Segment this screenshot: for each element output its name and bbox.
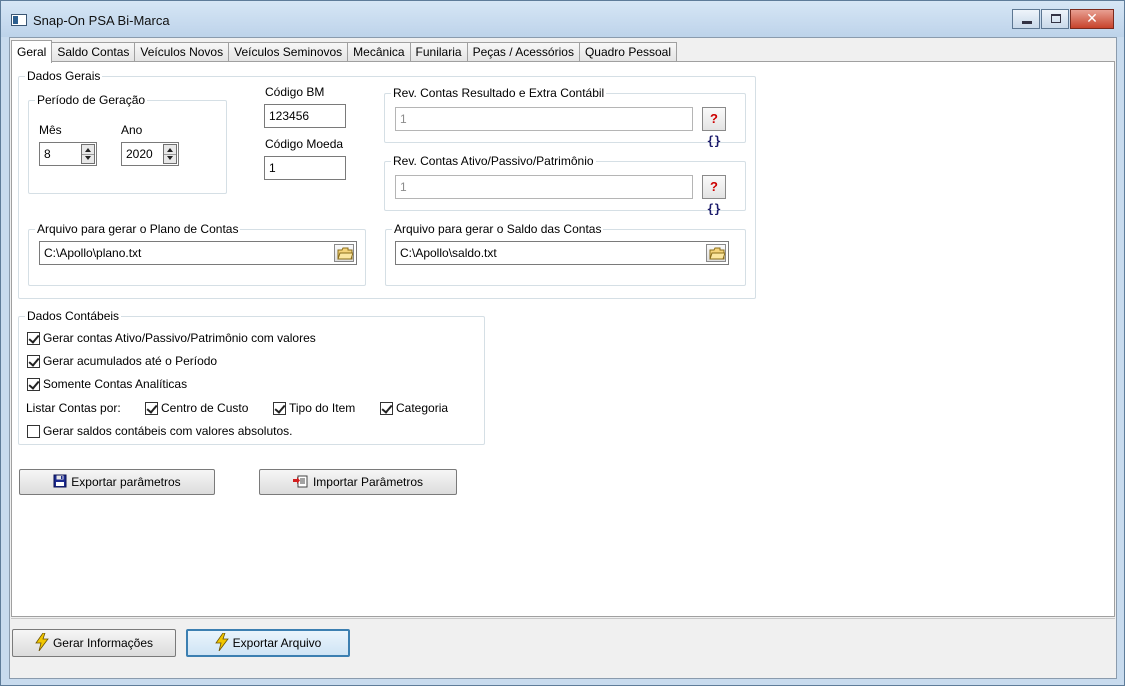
window-title: Snap-On PSA Bi-Marca bbox=[33, 13, 170, 28]
chk-ativo-passivo-box[interactable] bbox=[27, 331, 40, 345]
brace-icon: {} bbox=[706, 202, 722, 216]
mes-stepper[interactable]: 8 bbox=[39, 142, 97, 166]
dados-contabeis-group: Dados Contábeis Gerar contas Ativo/Passi… bbox=[18, 309, 485, 445]
minimize-icon bbox=[1022, 21, 1032, 24]
saldo-file-input[interactable]: C:\Apollo\saldo.txt bbox=[395, 241, 729, 265]
rev-ativo-group: Rev. Contas Ativo/Passivo/Patrimônio 1 ?… bbox=[384, 154, 746, 216]
importar-parametros-label: Importar Parâmetros bbox=[312, 475, 424, 489]
plano-file-input[interactable]: C:\Apollo\plano.txt bbox=[39, 241, 357, 265]
chk-tipo-item-box[interactable] bbox=[273, 401, 286, 415]
ano-value: 2020 bbox=[126, 147, 153, 161]
listar-contas-label: Listar Contas por: bbox=[26, 401, 121, 415]
chk-centro-custo-box[interactable] bbox=[145, 401, 158, 415]
window-controls: ✕ bbox=[1011, 9, 1114, 29]
plano-legend: Arquivo para gerar o Plano de Contas bbox=[35, 222, 241, 236]
exportar-parametros-label: Exportar parâmetros bbox=[71, 475, 181, 489]
app-window: Snap-On PSA Bi-Marca ✕ Geral Saldo Conta… bbox=[0, 0, 1125, 686]
tab-quadro-pessoal[interactable]: Quadro Pessoal bbox=[578, 42, 678, 62]
plano-browse-button[interactable] bbox=[334, 244, 354, 262]
exportar-arquivo-button[interactable]: Exportar Arquivo bbox=[186, 629, 350, 657]
exportar-arquivo-label: Exportar Arquivo bbox=[232, 636, 322, 650]
chk-tipo-item-label: Tipo do Item bbox=[289, 401, 356, 415]
plano-file-value: C:\Apollo\plano.txt bbox=[44, 246, 142, 260]
rev-resultado-legend: Rev. Contas Resultado e Extra Contábil bbox=[391, 86, 607, 100]
chk-analiticas-label: Somente Contas Analíticas bbox=[43, 377, 188, 391]
chk-centro-custo-label: Centro de Custo bbox=[161, 401, 249, 415]
exportar-parametros-button[interactable]: Exportar parâmetros bbox=[19, 469, 215, 495]
minimize-button[interactable] bbox=[1012, 9, 1040, 29]
dados-gerais-legend: Dados Gerais bbox=[25, 69, 103, 83]
maximize-icon bbox=[1051, 14, 1061, 23]
mes-value: 8 bbox=[44, 147, 51, 161]
chk-ativo-passivo[interactable]: Gerar contas Ativo/Passivo/Patrimônio co… bbox=[27, 330, 316, 346]
tab-strip: Geral Saldo Contas Veículos Novos Veícul… bbox=[11, 40, 678, 63]
periodo-group: Período de Geração Mês 8 Ano 2020 bbox=[28, 93, 227, 194]
chk-acumulados-label: Gerar acumulados até o Período bbox=[43, 354, 218, 368]
tab-saldo-contas[interactable]: Saldo Contas bbox=[51, 42, 136, 62]
chk-centro-custo[interactable]: Centro de Custo bbox=[145, 400, 248, 416]
tab-geral[interactable]: Geral bbox=[11, 40, 53, 63]
saldo-legend: Arquivo para gerar o Saldo das Contas bbox=[392, 222, 604, 236]
codigo-bm-label: Código BM bbox=[265, 85, 325, 99]
brace-icon: {} bbox=[706, 134, 722, 148]
importar-parametros-button[interactable]: Importar Parâmetros bbox=[259, 469, 457, 495]
codigo-moeda-input[interactable]: 1 bbox=[264, 156, 346, 180]
ano-spin-icon[interactable] bbox=[163, 144, 177, 164]
rev-ativo-help-button[interactable]: ? {} bbox=[702, 175, 726, 216]
help-icon: ? bbox=[710, 179, 718, 194]
app-icon bbox=[11, 14, 27, 26]
help-icon: ? bbox=[710, 111, 718, 126]
tab-pecas-acessorios[interactable]: Peças / Acessórios bbox=[466, 42, 580, 62]
chk-categoria-box[interactable] bbox=[380, 401, 393, 415]
bottom-toolbar: Gerar Informações Exportar Arquivo bbox=[11, 618, 1115, 678]
tab-veiculos-novos[interactable]: Veículos Novos bbox=[134, 42, 230, 62]
folder-icon bbox=[709, 247, 725, 260]
lightning-icon bbox=[214, 632, 229, 654]
periodo-legend: Período de Geração bbox=[35, 93, 148, 107]
gerar-informacoes-button[interactable]: Gerar Informações bbox=[12, 629, 176, 657]
codigo-moeda-label: Código Moeda bbox=[265, 137, 344, 151]
folder-icon bbox=[337, 247, 353, 260]
rev-resultado-help-button[interactable]: ? {} bbox=[702, 107, 726, 148]
chk-categoria-label: Categoria bbox=[396, 401, 449, 415]
close-icon: ✕ bbox=[1086, 10, 1098, 26]
tab-veiculos-seminovos[interactable]: Veículos Seminovos bbox=[228, 42, 349, 62]
save-disk-icon bbox=[53, 474, 67, 491]
mes-label: Mês bbox=[39, 123, 62, 137]
chk-analiticas-box[interactable] bbox=[27, 377, 40, 391]
chk-valores-absolutos[interactable]: Gerar saldos contábeis com valores absol… bbox=[27, 423, 292, 439]
maximize-button[interactable] bbox=[1041, 9, 1069, 29]
tab-funilaria[interactable]: Funilaria bbox=[409, 42, 468, 62]
chk-acumulados-box[interactable] bbox=[27, 354, 40, 368]
saldo-file-value: C:\Apollo\saldo.txt bbox=[400, 246, 497, 260]
chk-valores-absolutos-box[interactable] bbox=[27, 424, 40, 438]
title-bar[interactable]: Snap-On PSA Bi-Marca ✕ bbox=[1, 1, 1124, 37]
rev-ativo-input: 1 bbox=[395, 175, 693, 199]
lightning-icon bbox=[35, 632, 49, 654]
gerar-informacoes-label: Gerar Informações bbox=[52, 636, 154, 650]
rev-resultado-input: 1 bbox=[395, 107, 693, 131]
tab-page-geral: Dados Gerais Período de Geração Mês 8 An… bbox=[11, 61, 1115, 617]
tab-mecanica[interactable]: Mecânica bbox=[347, 42, 411, 62]
chk-tipo-item[interactable]: Tipo do Item bbox=[273, 400, 355, 416]
close-button[interactable]: ✕ bbox=[1070, 9, 1114, 29]
rev-resultado-group: Rev. Contas Resultado e Extra Contábil 1… bbox=[384, 86, 746, 148]
saldo-browse-button[interactable] bbox=[706, 244, 726, 262]
chk-valores-absolutos-label: Gerar saldos contábeis com valores absol… bbox=[43, 424, 293, 438]
dados-gerais-group: Dados Gerais Período de Geração Mês 8 An… bbox=[18, 69, 756, 299]
ano-stepper[interactable]: 2020 bbox=[121, 142, 179, 166]
ano-label: Ano bbox=[121, 123, 143, 137]
import-icon bbox=[292, 474, 309, 491]
mes-spin-icon[interactable] bbox=[81, 144, 95, 164]
plano-group: Arquivo para gerar o Plano de Contas C:\… bbox=[28, 222, 366, 286]
client-area: Geral Saldo Contas Veículos Novos Veícul… bbox=[9, 37, 1117, 679]
codigo-bm-input[interactable]: 123456 bbox=[264, 104, 346, 128]
chk-ativo-passivo-label: Gerar contas Ativo/Passivo/Patrimônio co… bbox=[43, 331, 316, 345]
chk-acumulados[interactable]: Gerar acumulados até o Período bbox=[27, 353, 217, 369]
rev-ativo-legend: Rev. Contas Ativo/Passivo/Patrimônio bbox=[391, 154, 596, 168]
chk-categoria[interactable]: Categoria bbox=[380, 400, 448, 416]
saldo-group: Arquivo para gerar o Saldo das Contas C:… bbox=[385, 222, 746, 286]
dados-contabeis-legend: Dados Contábeis bbox=[25, 309, 122, 323]
chk-analiticas[interactable]: Somente Contas Analíticas bbox=[27, 376, 187, 392]
